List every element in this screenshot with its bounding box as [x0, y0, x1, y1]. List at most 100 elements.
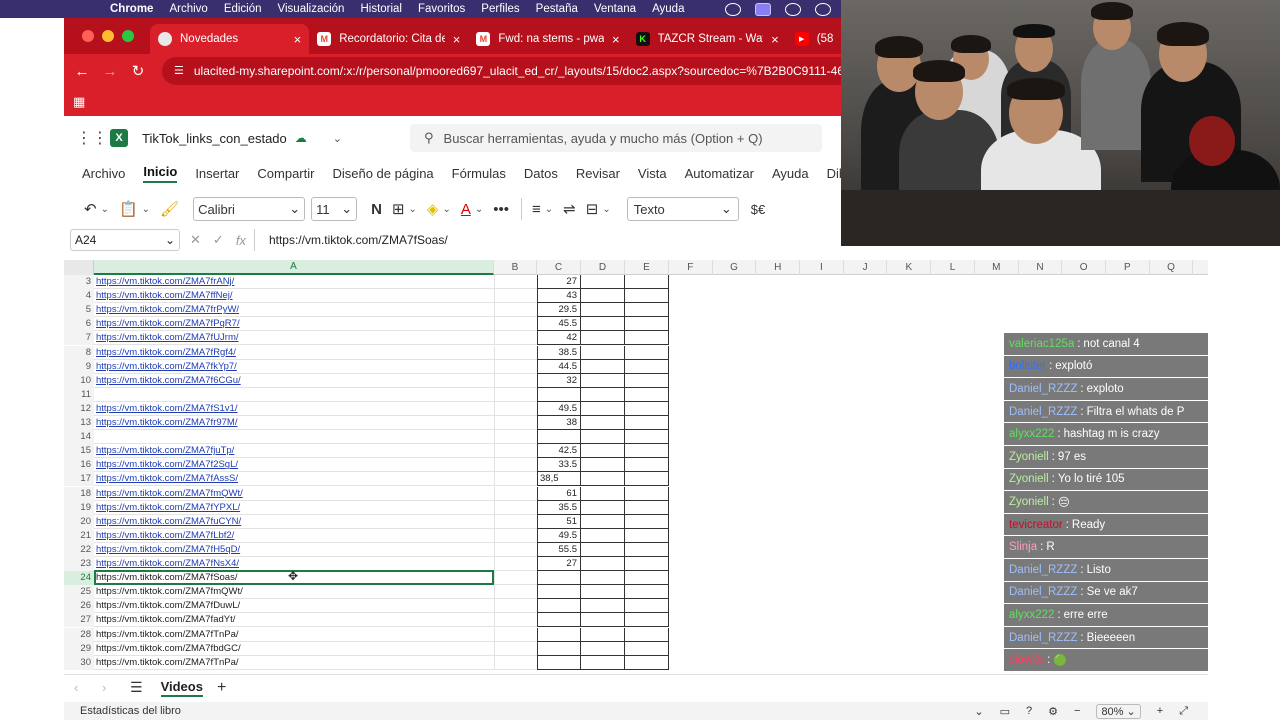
cell-b[interactable]	[494, 345, 537, 360]
cell-c[interactable]: 33.5	[537, 458, 581, 473]
row-header[interactable]: 12	[64, 401, 94, 416]
column-header-j[interactable]: J	[844, 260, 888, 275]
column-header-m[interactable]: M	[975, 260, 1019, 275]
tab-ayuda[interactable]: Ayuda	[772, 166, 809, 181]
apple-icon[interactable]	[78, 2, 96, 16]
cell-d[interactable]	[581, 317, 625, 332]
cell-e[interactable]	[625, 641, 669, 656]
cell-b[interactable]	[494, 458, 537, 473]
cell-d[interactable]	[581, 472, 625, 487]
more-options-button[interactable]: •••	[493, 201, 509, 218]
tab-novedades[interactable]: Novedades ×	[150, 24, 310, 54]
cell-a[interactable]: https://vm.tiktok.com/ZMA7f6CGu/	[94, 374, 494, 388]
cell-a[interactable]: https://vm.tiktok.com/ZMA7fmQWt/	[94, 487, 494, 501]
row-header[interactable]: 14	[64, 430, 94, 445]
column-header-e[interactable]: E	[625, 260, 669, 275]
minimize-window-button[interactable]	[102, 30, 114, 42]
cell-b[interactable]	[494, 528, 537, 543]
cell-d[interactable]	[581, 542, 625, 557]
tab-datos[interactable]: Datos	[524, 166, 558, 181]
confirm-check-icon[interactable]: ✓	[213, 232, 224, 248]
cell-b[interactable]	[494, 430, 537, 445]
music-icon[interactable]	[785, 2, 801, 16]
cell-c[interactable]	[537, 655, 581, 670]
cell-e[interactable]	[625, 444, 669, 459]
column-header-k[interactable]: K	[888, 260, 932, 275]
cell-c[interactable]: 27	[537, 557, 581, 571]
cell-a[interactable]	[94, 430, 494, 445]
column-header-c[interactable]: C	[537, 260, 581, 275]
cell-d[interactable]	[581, 613, 625, 628]
tab-insertar[interactable]: Insertar	[195, 166, 239, 181]
paste-button[interactable]: 📋 ⌄	[119, 200, 150, 218]
cell-a[interactable]: https://vm.tiktok.com/ZMA7fmQWt/	[94, 585, 494, 600]
tab-diseno-pagina[interactable]: Diseño de página	[332, 166, 433, 181]
cell-d[interactable]	[581, 359, 625, 374]
cell-c[interactable]	[537, 387, 581, 402]
cell-b[interactable]	[494, 275, 537, 289]
fullscreen-icon[interactable]: ⤢	[1179, 705, 1188, 718]
cell-e[interactable]	[625, 500, 669, 515]
cell-d[interactable]	[581, 500, 625, 515]
menu-perfiles[interactable]: Perfiles	[481, 3, 519, 15]
cell-b[interactable]	[494, 557, 537, 571]
column-header-f[interactable]: F	[669, 260, 713, 275]
cell-c[interactable]: 44.5	[537, 359, 581, 374]
fill-color-button[interactable]: ◈ ⌄	[427, 200, 451, 218]
cell-e[interactable]	[625, 289, 669, 304]
cell-c[interactable]: 42	[537, 331, 581, 346]
row-header[interactable]: 11	[64, 387, 94, 402]
site-info-icon[interactable]: ☰	[174, 64, 184, 78]
row-header[interactable]: 8	[64, 345, 94, 360]
menu-historial[interactable]: Historial	[360, 3, 402, 15]
wrap-text-button[interactable]: ⇌	[563, 200, 576, 218]
cell-c[interactable]	[537, 571, 581, 586]
cell-d[interactable]	[581, 387, 625, 402]
cell-d[interactable]	[581, 627, 625, 642]
zoom-select[interactable]: 80% ⌄	[1096, 703, 1141, 719]
cell-b[interactable]	[494, 542, 537, 557]
cell-b[interactable]	[494, 387, 537, 402]
font-color-button[interactable]: A ⌄	[461, 201, 483, 218]
cell-b[interactable]	[494, 444, 537, 459]
row-header[interactable]: 21	[64, 528, 94, 543]
tab-fwd-stems[interactable]: M Fwd: na stems - pwater ×	[468, 24, 627, 54]
close-tab-icon[interactable]: ×	[771, 32, 779, 47]
cell-c[interactable]: 49.5	[537, 401, 581, 416]
name-box[interactable]: A24 ⌄	[70, 229, 180, 251]
row-header[interactable]: 18	[64, 486, 94, 501]
tab-youtube[interactable]: ▶ (58) X	[787, 24, 841, 54]
cell-d[interactable]	[581, 289, 625, 304]
cell-e[interactable]	[625, 317, 669, 332]
cell-b[interactable]	[494, 655, 537, 670]
cell-b[interactable]	[494, 472, 537, 487]
cell-c[interactable]: 49.5	[537, 528, 581, 543]
align-button[interactable]: ≡ ⌄	[532, 201, 553, 218]
cell-a[interactable]: https://vm.tiktok.com/ZMA7fTnPa/	[94, 628, 494, 642]
cell-e[interactable]	[625, 416, 669, 430]
menu-ventana[interactable]: Ventana	[594, 3, 636, 15]
row-header[interactable]: 10	[64, 373, 94, 388]
cell-a[interactable]: https://vm.tiktok.com/ZMA7fH5qD/	[94, 543, 494, 557]
insert-function-icon[interactable]: fx	[236, 233, 246, 248]
cell-e[interactable]	[625, 571, 669, 586]
cell-a[interactable]: https://vm.tiktok.com/ZMA7frANj/	[94, 275, 494, 289]
borders-button[interactable]: ⊞ ⌄	[392, 200, 417, 218]
row-header[interactable]: 29	[64, 641, 94, 656]
cell-d[interactable]	[581, 416, 625, 430]
cell-e[interactable]	[625, 359, 669, 374]
row-header[interactable]: 27	[64, 613, 94, 628]
cell-c[interactable]: 61	[537, 486, 581, 501]
cell-e[interactable]	[625, 430, 669, 445]
cell-a[interactable]: https://vm.tiktok.com/ZMA7fPqR7/	[94, 317, 494, 332]
chevron-down-icon[interactable]: ⌄	[974, 705, 983, 718]
tab-inicio[interactable]: Inicio	[143, 164, 178, 183]
apps-grid-icon[interactable]: ▦	[73, 94, 85, 110]
cell-b[interactable]	[494, 303, 537, 318]
menu-archivo[interactable]: Archivo	[169, 3, 207, 15]
cell-d[interactable]	[581, 373, 625, 388]
tab-compartir[interactable]: Compartir	[257, 166, 314, 181]
row-header[interactable]: 6	[64, 317, 94, 332]
cell-a[interactable]: https://vm.tiktok.com/ZMA7fadYt/	[94, 613, 494, 628]
cell-d[interactable]	[581, 655, 625, 670]
